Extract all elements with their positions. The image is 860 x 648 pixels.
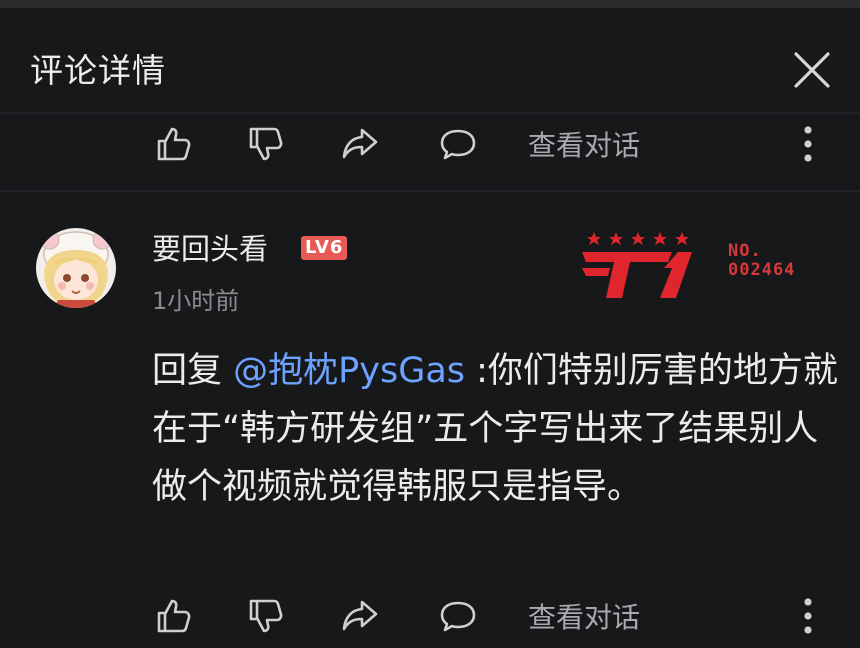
divider <box>0 190 860 192</box>
dislike-icon[interactable] <box>242 588 290 644</box>
divider <box>0 112 860 114</box>
view-dialog-button[interactable]: 查看对话 <box>528 124 640 164</box>
timestamp: 1小时前 <box>152 287 240 315</box>
like-icon[interactable] <box>150 116 198 172</box>
comment-icon[interactable] <box>434 588 482 644</box>
status-strip <box>0 0 860 8</box>
view-dialog-button[interactable]: 查看对话 <box>528 596 640 636</box>
dislike-icon[interactable] <box>242 116 290 172</box>
fan-badge: NO. 002464 <box>580 228 820 308</box>
action-bar: 查看对话 <box>150 588 840 644</box>
reply-prefix: 回复 <box>152 351 234 391</box>
comment-icon[interactable] <box>434 116 482 172</box>
more-icon[interactable] <box>788 120 828 168</box>
action-bar: 查看对话 <box>150 116 840 172</box>
share-icon[interactable] <box>336 116 384 172</box>
username[interactable]: 要回头看 <box>152 226 268 268</box>
comment-text: 回复 @抱枕PysGas :你们特别厉害的地方就在于“韩方研发组”五个字写出来了… <box>152 342 842 516</box>
page-title: 评论详情 <box>30 51 166 90</box>
share-icon[interactable] <box>336 588 384 644</box>
close-icon[interactable] <box>786 44 838 96</box>
mention-link[interactable]: @抱枕PysGas <box>233 351 465 391</box>
level-badge: LV6 <box>301 236 348 260</box>
header: 评论详情 <box>0 8 860 112</box>
more-icon[interactable] <box>788 592 828 640</box>
avatar[interactable] <box>36 228 116 308</box>
like-icon[interactable] <box>150 588 198 644</box>
t1-logo <box>582 232 692 298</box>
badge-number: NO. 002464 <box>728 241 796 280</box>
